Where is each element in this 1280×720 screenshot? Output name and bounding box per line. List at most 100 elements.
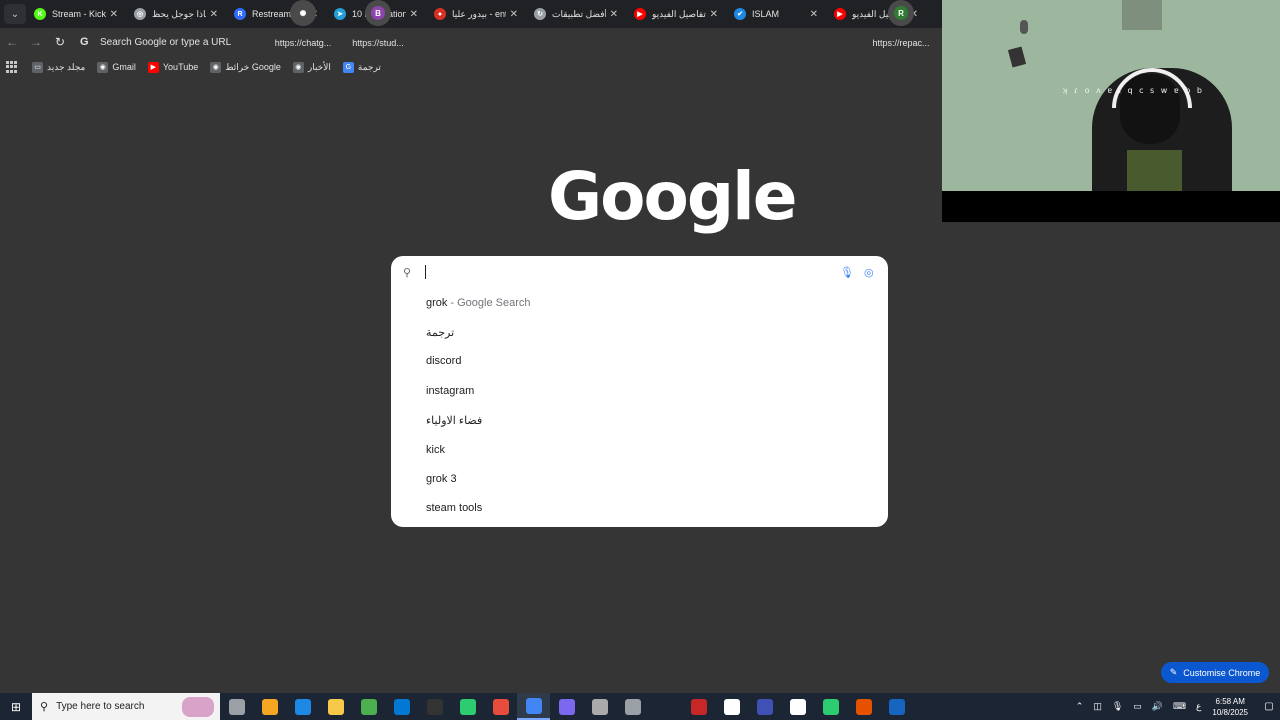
suggestion-text: steam tools: [426, 502, 483, 515]
suggestion-item[interactable]: grok 3: [391, 464, 888, 493]
taskbar-app-icon[interactable]: [748, 693, 781, 720]
shortcut-tile[interactable]: ✺ https://chatg...: [268, 0, 338, 48]
suggestion-item[interactable]: discord: [391, 347, 888, 376]
address-bar-text: Search Google or type a URL: [100, 36, 232, 48]
tab-title: لماذا جوجل يحظ: [152, 8, 206, 19]
bookmark-item[interactable]: ◉ خرائط Google: [210, 61, 281, 73]
tab[interactable]: ✔ ISLAM ✕: [726, 0, 826, 28]
taskbar-app-icon[interactable]: [220, 693, 253, 720]
suggestion-item[interactable]: steam tools: [391, 494, 888, 523]
taskbar-app-icon[interactable]: [649, 693, 682, 720]
tab-favicon-icon: R: [234, 8, 246, 20]
pencil-icon: ✎: [1169, 667, 1178, 677]
address-bar[interactable]: G Search Google or type a URL: [80, 30, 942, 54]
taskbar-app-icon[interactable]: [352, 693, 385, 720]
back-button[interactable]: ←: [0, 30, 24, 54]
chevron-up-icon[interactable]: ⌃: [1076, 701, 1084, 712]
close-icon[interactable]: ✕: [610, 9, 618, 20]
bookmark-label: Gmail: [112, 62, 136, 72]
taskbar-app-icon[interactable]: [253, 693, 286, 720]
shortcut-icon: ✺: [290, 0, 316, 26]
taskbar-app-icon[interactable]: [418, 693, 451, 720]
suggestion-item[interactable]: kick: [391, 435, 888, 464]
reload-button[interactable]: ↻: [48, 30, 72, 54]
start-button[interactable]: ⊞: [0, 693, 32, 720]
tab-strip: ⌄ K Stream - Kick D ✕◎ لماذا جوجل يحظ ✕ R…: [0, 0, 942, 28]
suggestion-item[interactable]: ترجمة: [391, 317, 888, 346]
browser-toolbar: ← → ↻ G Search Google or type a URL: [0, 28, 942, 56]
search-highlight-icon: [182, 696, 214, 717]
tab[interactable]: ● بيدور عليا - ents ✕: [426, 0, 526, 28]
camera-icon[interactable]: ◫: [1093, 701, 1102, 712]
volume-icon[interactable]: 🔊: [1152, 701, 1163, 712]
bookmark-label: YouTube: [162, 62, 199, 72]
system-tray: ⌃ ◫ 🎙 ▭ 🔊 ⌨ ع 6:58 AM 10/8/2025 ▢: [1071, 693, 1280, 720]
shortcut-tile[interactable]: R https://repac...: [866, 0, 936, 48]
close-icon[interactable]: ✕: [110, 9, 118, 20]
bookmark-item[interactable]: ▭ مجلد جديد: [32, 61, 86, 73]
webcam-overlay: ʞ ɾ o ʌ ɐ ı q c s w ɐ b b: [942, 0, 1280, 222]
taskbar-app-icon[interactable]: [451, 693, 484, 720]
close-icon[interactable]: ✕: [710, 9, 718, 20]
tab[interactable]: ↻ أفضل تطبيقات ✕: [526, 0, 626, 28]
bookmark-item[interactable]: G ترجمة: [342, 61, 381, 73]
bookmark-icon: ◉: [292, 61, 304, 73]
taskbar-app-icon[interactable]: [847, 693, 880, 720]
keyboard-icon[interactable]: ⌨: [1173, 701, 1186, 712]
taskbar-apps: [220, 693, 913, 720]
search-icon: ⚲: [403, 267, 412, 279]
taskbar-app-icon[interactable]: [814, 693, 847, 720]
shortcut-label: https://chatg...: [274, 38, 332, 48]
customise-chrome-button[interactable]: ✎ Customise Chrome: [1161, 662, 1269, 683]
taskbar-app-icon[interactable]: [319, 693, 352, 720]
taskbar-app-icon[interactable]: [484, 693, 517, 720]
taskbar-search[interactable]: ⚲ Type here to search: [32, 693, 220, 720]
taskbar-app-icon[interactable]: [550, 693, 583, 720]
bookmark-item[interactable]: ▶ YouTube: [147, 61, 199, 73]
clock[interactable]: 6:58 AM 10/8/2025: [1212, 696, 1248, 718]
bookmark-item[interactable]: ◉ Gmail: [97, 61, 136, 73]
shortcut-tile[interactable]: B https://stud...: [343, 0, 413, 48]
taskbar-app-icon[interactable]: [880, 693, 913, 720]
taskbar-app-icon[interactable]: [583, 693, 616, 720]
taskbar-app-icon[interactable]: [286, 693, 319, 720]
network-icon[interactable]: ▭: [1133, 701, 1142, 712]
language-indicator[interactable]: ع: [1196, 701, 1201, 712]
suggestion-subtext: - Google Search: [450, 296, 531, 309]
close-icon[interactable]: ✕: [810, 9, 818, 20]
tab[interactable]: ▶ تفاصيل الفيديو ✕: [626, 0, 726, 28]
tab-title: بيدور عليا - ents: [452, 8, 506, 19]
close-icon[interactable]: ✕: [210, 9, 218, 20]
windows-logo-icon: ⊞: [10, 699, 22, 714]
camera-lens-icon[interactable]: ◎: [864, 266, 878, 279]
tab[interactable]: K Stream - Kick D ✕: [26, 0, 126, 28]
taskbar-app-icon[interactable]: [616, 693, 649, 720]
suggestion-item[interactable]: grok - Google Search: [391, 288, 888, 317]
microphone-icon[interactable]: 🎙: [1112, 701, 1123, 712]
suggestion-text: grok: [426, 296, 448, 309]
search-row: ⚲ 🎙 ◎: [391, 256, 888, 288]
shortcut-label: https://stud...: [352, 38, 404, 48]
notification-icon[interactable]: ▢: [1258, 701, 1280, 712]
suggestion-item[interactable]: instagram: [391, 376, 888, 405]
taskbar-app-icon[interactable]: [385, 693, 418, 720]
suggestion-text: discord: [426, 355, 462, 368]
search-input[interactable]: [425, 265, 840, 279]
bookmark-item[interactable]: ◉ الأخبار: [292, 61, 331, 73]
bookmark-label: مجلد جديد: [47, 61, 86, 72]
tab[interactable]: ◎ لماذا جوجل يحظ ✕: [126, 0, 226, 28]
taskbar-app-icon[interactable]: [781, 693, 814, 720]
search-icon: ⚲: [40, 701, 49, 713]
microphone-icon[interactable]: 🎙: [840, 266, 854, 279]
apps-grid-icon[interactable]: [6, 61, 18, 73]
taskbar-app-icon[interactable]: [682, 693, 715, 720]
suggestion-item[interactable]: فضاء الاولياء: [391, 406, 888, 435]
bookmark-icon: G: [342, 61, 354, 73]
tab-search-button[interactable]: ⌄: [4, 4, 26, 24]
taskbar-app-icon[interactable]: [715, 693, 748, 720]
close-icon[interactable]: ✕: [510, 9, 518, 20]
taskbar-app-icon[interactable]: [517, 693, 550, 720]
forward-button[interactable]: →: [24, 30, 48, 54]
shortcut-icon: B: [365, 0, 391, 26]
clock-time: 6:58 AM: [1215, 696, 1245, 706]
